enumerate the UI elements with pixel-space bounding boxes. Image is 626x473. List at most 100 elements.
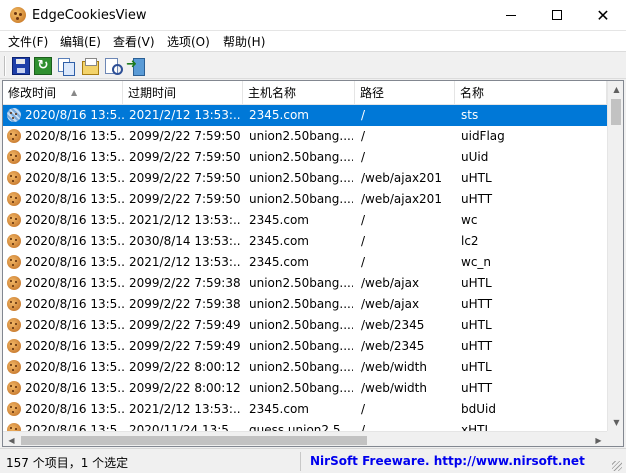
column-header-path[interactable]: 路径 [355, 81, 455, 105]
cookie-icon [7, 297, 21, 311]
cell-modified: 2020/8/16 13:5... [25, 150, 125, 164]
table-row[interactable]: 2020/8/16 13:5... 2099/2/22 7:59:49 union2… [3, 336, 607, 357]
menu-view[interactable]: 查看(V) [113, 33, 155, 50]
minimize-button[interactable] [488, 0, 534, 31]
cookie-icon [7, 129, 21, 143]
horizontal-scroll-thumb[interactable] [21, 436, 367, 445]
cell-expires: 2021/2/12 13:53:... [129, 402, 241, 416]
menu-help[interactable]: 帮助(H) [223, 33, 265, 50]
cell-host: 2345.com [249, 234, 309, 248]
table-row[interactable]: 2020/8/16 13:5... 2099/2/22 7:59:49 union2… [3, 315, 607, 336]
cell-name: uHTT [461, 339, 493, 353]
cell-expires: 2099/2/22 7:59:49 [129, 339, 241, 353]
cell-expires: 2099/2/22 7:59:50 [129, 150, 241, 164]
cell-host: 2345.com [249, 213, 309, 227]
cell-expires: 2030/8/14 13:53:... [129, 234, 241, 248]
copy-icon[interactable] [57, 57, 75, 76]
cell-expires: 2021/2/12 13:53:... [129, 108, 241, 122]
cookie-icon [7, 276, 21, 290]
cookie-list[interactable]: 修改时间 ▲ 过期时间 主机名称 路径 名称 2020/8/16 13:5...… [2, 80, 624, 447]
table-row[interactable]: 2020/8/16 13:5... 2021/2/12 13:53:... 2345… [3, 252, 607, 273]
cell-name: lc2 [461, 234, 479, 248]
cell-name: xHTL [461, 423, 492, 431]
menu-options[interactable]: 选项(O) [167, 33, 210, 50]
sort-ascending-icon: ▲ [71, 88, 78, 97]
cell-path: /web/ajax [361, 297, 420, 311]
cell-host: guess.union2.5... [249, 423, 352, 431]
table-row[interactable]: 2020/8/16 13:5... 2021/2/12 13:53:... 2345… [3, 105, 607, 126]
cookie-icon [7, 150, 21, 164]
cell-name: uUid [461, 150, 489, 164]
close-button[interactable]: ✕ [580, 0, 626, 31]
table-row[interactable]: 2020/8/16 13:5... 2021/2/12 13:53:... 2345… [3, 210, 607, 231]
maximize-button[interactable] [534, 0, 580, 31]
vertical-scrollbar[interactable]: ▲ ▼ [607, 81, 623, 431]
cell-name: wc_n [461, 255, 492, 269]
table-row[interactable]: 2020/8/16 13:5... 2099/2/22 7:59:50 union2… [3, 168, 607, 189]
cookie-icon [7, 108, 21, 122]
column-header-expires[interactable]: 过期时间 [123, 81, 243, 105]
cell-expires: 2020/11/24 13:5... [129, 423, 241, 431]
cell-path: / [361, 129, 366, 143]
table-row[interactable]: 2020/8/16 13:5... 2020/11/24 13:5... guess… [3, 420, 607, 431]
vertical-scroll-thumb[interactable] [611, 99, 621, 125]
cell-host: union2.50bang.... [249, 360, 353, 374]
cell-path: /web/ajax201 [361, 171, 442, 185]
cell-path: /web/ajax201 [361, 192, 442, 206]
refresh-icon[interactable]: ↻ [34, 57, 52, 75]
exit-icon[interactable] [126, 57, 145, 76]
cell-name: uidFlag [461, 129, 505, 143]
cell-name: uHTT [461, 192, 493, 206]
cell-modified: 2020/8/16 13:5... [25, 171, 125, 185]
table-row[interactable]: 2020/8/16 13:5... 2030/8/14 13:53:... 2345… [3, 231, 607, 252]
scroll-corner [607, 431, 623, 446]
find-icon[interactable] [104, 57, 123, 75]
table-row[interactable]: 2020/8/16 13:5... 2099/2/22 7:59:50 union2… [3, 189, 607, 210]
cookie-icon [7, 255, 21, 269]
horizontal-scrollbar[interactable]: ◀ ▶ [3, 431, 607, 446]
item-count-status: 157 个项目，1 个选定 [6, 456, 129, 470]
cell-path: /web/width [361, 381, 427, 395]
cell-name: sts [461, 108, 479, 122]
cookie-icon [7, 192, 21, 206]
cell-path: /web/ajax [361, 276, 420, 290]
cell-name: uHTL [461, 276, 492, 290]
table-row[interactable]: 2020/8/16 13:5... 2099/2/22 8:00:12 union2… [3, 357, 607, 378]
cookie-icon [7, 318, 21, 332]
close-icon: ✕ [596, 6, 610, 25]
column-header-modified[interactable]: 修改时间 ▲ [3, 81, 123, 105]
scroll-up-icon[interactable]: ▲ [608, 81, 623, 98]
cell-name: bdUid [461, 402, 496, 416]
table-row[interactable]: 2020/8/16 13:5... 2099/2/22 7:59:38 union2… [3, 294, 607, 315]
cookie-icon [7, 381, 21, 395]
cookie-icon [7, 339, 21, 353]
table-row[interactable]: 2020/8/16 13:5... 2099/2/22 8:00:12 union2… [3, 378, 607, 399]
save-icon[interactable] [12, 57, 30, 75]
cell-name: uHTT [461, 381, 493, 395]
properties-icon[interactable] [81, 57, 99, 75]
minimize-icon [506, 14, 516, 16]
menu-file[interactable]: 文件(F) [8, 33, 48, 50]
table-row[interactable]: 2020/8/16 13:5... 2021/2/12 13:53:... 2345… [3, 399, 607, 420]
maximize-icon [552, 10, 562, 20]
scroll-left-icon[interactable]: ◀ [3, 432, 20, 446]
resize-grip-icon[interactable] [612, 461, 622, 471]
nirsoft-link[interactable]: NirSoft Freeware. http://www.nirsoft.net [310, 454, 585, 468]
table-row[interactable]: 2020/8/16 13:5... 2099/2/22 7:59:50 union2… [3, 147, 607, 168]
scroll-right-icon[interactable]: ▶ [590, 432, 607, 446]
window-title: EdgeCookiesView [32, 8, 147, 23]
cell-expires: 2099/2/22 7:59:49 [129, 318, 241, 332]
cell-modified: 2020/8/16 13:5... [25, 381, 125, 395]
table-row[interactable]: 2020/8/16 13:5... 2099/2/22 7:59:38 union2… [3, 273, 607, 294]
table-row[interactable]: 2020/8/16 13:5... 2099/2/22 7:59:50 union2… [3, 126, 607, 147]
scroll-down-icon[interactable]: ▼ [608, 414, 623, 431]
column-header-name[interactable]: 名称 [455, 81, 607, 105]
title-bar: EdgeCookiesView ✕ [0, 0, 626, 31]
cookie-icon [7, 171, 21, 185]
cell-modified: 2020/8/16 13:5... [25, 402, 125, 416]
column-header-host[interactable]: 主机名称 [243, 81, 355, 105]
column-header-label: 修改时间 [8, 86, 57, 100]
cell-expires: 2099/2/22 8:00:12 [129, 381, 241, 395]
menu-edit[interactable]: 编辑(E) [60, 33, 101, 50]
cell-name: uHTL [461, 171, 492, 185]
